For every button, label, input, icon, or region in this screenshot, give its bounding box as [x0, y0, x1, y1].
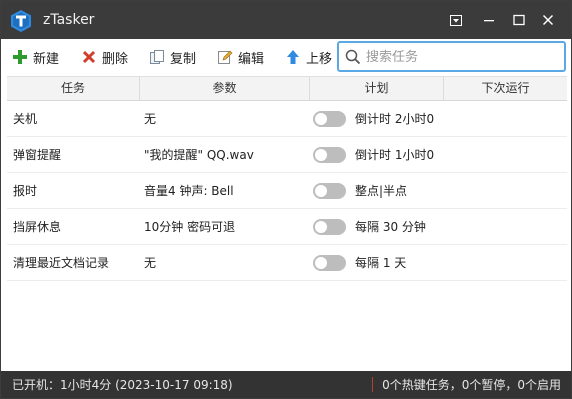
plus-icon [12, 49, 28, 65]
task-table-body: 关机 无 倒计时 2小时0 弹窗提醒 "我的提醒" QQ.wav 倒计时 1小时… [7, 101, 567, 371]
task-summary-status: 0个热键任务，0个暂停，0个启用 [382, 378, 561, 392]
copy-task-label: 复制 [170, 51, 197, 67]
task-plan: 整点|半点 [355, 184, 408, 198]
column-header-task[interactable]: 任务 [7, 77, 140, 101]
delete-task-label: 删除 [102, 51, 129, 67]
toggle-knob [315, 149, 327, 161]
task-plan: 每隔 1 天 [355, 256, 407, 270]
task-params: 无 [144, 112, 157, 126]
task-name: 弹窗提醒 [13, 148, 62, 162]
maximize-button[interactable] [505, 7, 533, 33]
toggle-knob [315, 221, 327, 233]
task-enable-toggle[interactable] [313, 255, 346, 271]
column-header-params[interactable]: 参数 [140, 77, 310, 101]
table-row[interactable]: 关机 无 倒计时 2小时0 [7, 101, 567, 137]
window-title: zTasker [43, 12, 95, 28]
task-name: 报时 [13, 184, 38, 198]
status-bar: 已开机：1小时4分 (2023-10-17 09:18) 0个热键任务，0个暂停… [1, 371, 571, 398]
status-divider [372, 377, 373, 392]
delete-task-button[interactable]: 删除 [81, 47, 128, 67]
task-plan: 倒计时 2小时0 [355, 112, 435, 126]
task-enable-toggle[interactable] [313, 111, 346, 127]
table-row[interactable]: 挡屏休息 10分钟 密码可退 每隔 30 分钟 [7, 209, 567, 245]
task-plan: 每隔 30 分钟 [355, 220, 426, 234]
app-window: zTasker 新建 删除 复制 编辑 上移 搜索任务 任务 参数 计划 下次运… [0, 0, 572, 399]
title-bar[interactable]: zTasker [1, 1, 571, 39]
task-name: 关机 [13, 112, 38, 126]
edit-task-button[interactable]: 编辑 [217, 47, 264, 67]
delete-x-icon [81, 49, 97, 65]
task-name: 清理最近文档记录 [13, 256, 110, 270]
menu-dropdown-icon [450, 14, 462, 26]
task-enable-toggle[interactable] [313, 147, 346, 163]
close-button[interactable] [534, 7, 562, 33]
toggle-knob [315, 113, 327, 125]
edit-pencil-icon [217, 49, 233, 65]
new-task-button[interactable]: 新建 [12, 47, 59, 67]
move-up-label: 上移 [306, 51, 333, 67]
ztasker-logo-icon [9, 9, 33, 33]
task-params: 无 [144, 256, 157, 270]
new-task-label: 新建 [33, 51, 60, 67]
copy-task-button[interactable]: 复制 [149, 47, 196, 67]
task-table-header: 任务 参数 计划 下次运行 [7, 76, 567, 101]
search-input[interactable] [366, 48, 556, 66]
uptime-status: 已开机：1小时4分 (2023-10-17 09:18) [12, 378, 233, 392]
toggle-knob [315, 185, 327, 197]
table-row[interactable]: 清理最近文档记录 无 每隔 1 天 [7, 245, 567, 281]
edit-task-label: 编辑 [238, 51, 265, 67]
arrow-up-icon [285, 49, 301, 65]
task-params: "我的提醒" QQ.wav [144, 148, 254, 162]
move-up-button[interactable]: 上移 [285, 47, 332, 67]
maximize-icon [513, 14, 525, 26]
task-plan: 倒计时 1小时0 [355, 148, 435, 162]
task-enable-toggle[interactable] [313, 219, 346, 235]
minimize-button[interactable] [475, 7, 503, 33]
close-icon [542, 14, 554, 26]
table-row[interactable]: 弹窗提醒 "我的提醒" QQ.wav 倒计时 1小时0 [7, 137, 567, 173]
toolbar: 新建 删除 复制 编辑 上移 搜索任务 [1, 39, 571, 75]
search-box[interactable] [337, 41, 566, 72]
menu-dropdown-button[interactable] [442, 7, 470, 33]
toggle-knob [315, 257, 327, 269]
column-header-next-run[interactable]: 下次运行 [444, 77, 567, 101]
task-params: 10分钟 密码可退 [144, 220, 236, 234]
task-name: 挡屏休息 [13, 220, 62, 234]
task-params: 音量4 钟声: Bell [144, 184, 234, 198]
table-row[interactable]: 报时 音量4 钟声: Bell 整点|半点 [7, 173, 567, 209]
search-icon [345, 49, 361, 65]
task-enable-toggle[interactable] [313, 183, 346, 199]
column-header-plan[interactable]: 计划 [310, 77, 444, 101]
minimize-icon [484, 20, 494, 22]
copy-icon [149, 49, 165, 65]
